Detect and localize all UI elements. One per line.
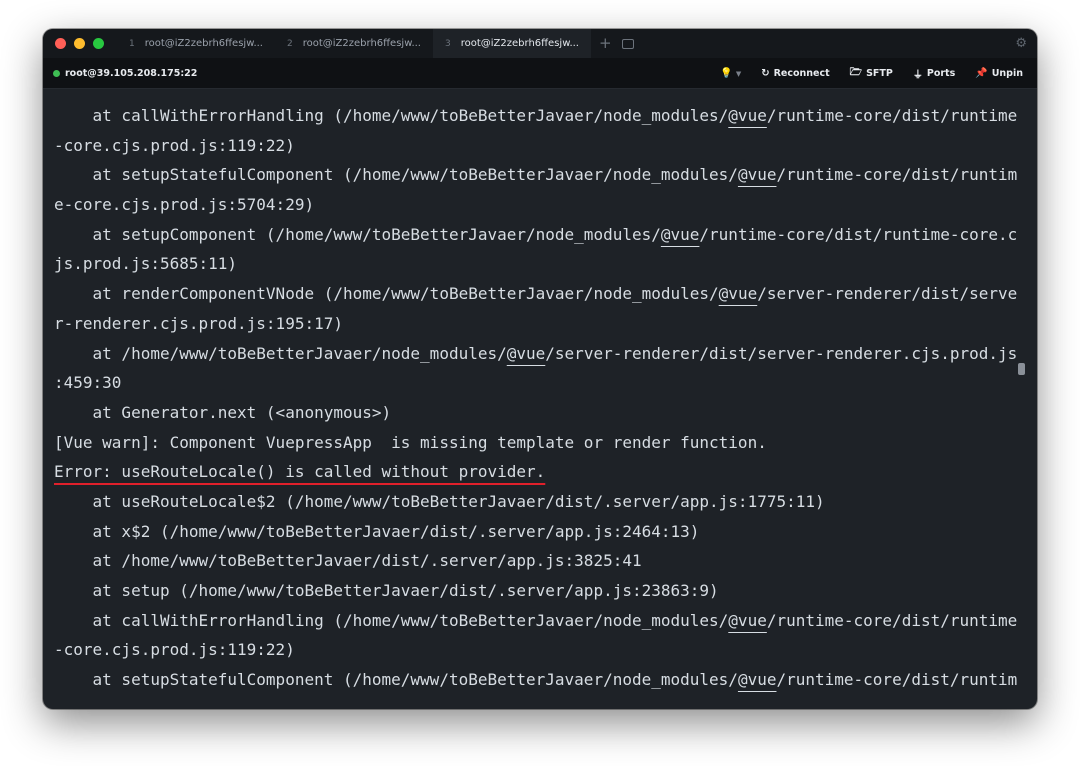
title-bar: 1 root@iZ2zebrh6ffesjw... 2 root@iZ2zebr… <box>43 29 1037 58</box>
terminal-line: at renderComponentVNode (/home/www/toBeB… <box>54 279 1019 309</box>
pin-icon: 📌 <box>975 67 988 79</box>
plug-icon: ⏚ <box>912 69 923 81</box>
terminal-text: js.prod.js:5685:11) <box>54 254 238 274</box>
terminal-line: at /home/www/toBeBetterJavaer/node_modul… <box>54 339 1019 369</box>
terminal-text: at callWithErrorHandling (/home/www/toBe… <box>54 106 729 125</box>
online-status-icon <box>53 69 60 77</box>
terminal-line: Error: useRouteLocale() is called withou… <box>54 457 1019 487</box>
terminal-text: @vue <box>718 284 758 304</box>
terminal-text: /server-renderer/dist/serve <box>757 284 1018 304</box>
terminal-text: at /home/www/toBeBetterJavaer/dist/.serv… <box>54 551 642 571</box>
terminal-line: at x$2 (/home/www/toBeBetterJavaer/dist/… <box>54 517 1019 547</box>
terminal-text: @vue <box>506 343 546 363</box>
ports-button[interactable]: ⏚ Ports <box>913 66 955 81</box>
terminal-line: at callWithErrorHandling (/home/www/toBe… <box>54 606 1019 636</box>
terminal-text: @vue <box>660 224 700 244</box>
tab-2[interactable]: 2 root@iZ2zebrh6ffesjw... <box>275 29 433 58</box>
terminal-line: at setupStatefulComponent (/home/www/toB… <box>54 160 1019 190</box>
folder-icon: 🗁 <box>849 66 863 78</box>
terminal-line: at callWithErrorHandling (/home/www/toBe… <box>54 101 1019 131</box>
terminal-text: /runtime-core/dist/runtime-core.c <box>699 224 1018 244</box>
unpin-label: Unpin <box>991 67 1023 79</box>
new-tab-icon[interactable]: + <box>591 29 620 58</box>
terminal-text: Error: useRouteLocale() is called withou… <box>54 462 546 482</box>
terminal-text: [Vue warn]: Component VuepressApp is mis… <box>54 432 767 452</box>
terminal-text: -core.cjs.prod.js:119:22) <box>54 135 295 155</box>
terminal-text: @vue <box>737 670 777 690</box>
tab-label: root@iZ2zebrh6ffesjw... <box>144 38 263 49</box>
terminal-scrollbar[interactable] <box>1018 363 1025 375</box>
terminal-line: e-core.cjs.prod.js:5704:29) <box>54 190 1019 220</box>
close-window-button[interactable] <box>55 38 66 49</box>
toolbar-actions: 💡 ▼ ↻ Reconnect 🗁 SFTP ⏚ Ports 📌 Unpin <box>720 65 1037 82</box>
terminal-text: r-renderer.cjs.prod.js:195:17) <box>54 313 343 333</box>
terminal-text: at setupComponent (/home/www/toBeBetterJ… <box>54 224 661 244</box>
session-toolbar: root@39.105.208.175:22 💡 ▼ ↻ Reconnect 🗁 … <box>43 58 1037 89</box>
tab-1[interactable]: 1 root@iZ2zebrh6ffesjw... <box>117 29 275 58</box>
terminal-line: at /home/www/toBeBetterJavaer/dist/.serv… <box>54 546 1019 576</box>
host-indicator: root@39.105.208.175:22 <box>53 68 197 79</box>
terminal-text: at setup (/home/www/toBeBetterJavaer/dis… <box>54 581 719 600</box>
terminal-text: /runtime-core/dist/runtim <box>776 670 1018 690</box>
host-address: root@39.105.208.175:22 <box>65 67 198 79</box>
terminal-text: /server-renderer/dist/server-renderer.cj… <box>545 343 1018 363</box>
gear-icon[interactable]: ⚙ <box>1015 36 1027 51</box>
terminal-line: -core.cjs.prod.js:119:22) <box>54 131 1019 161</box>
terminal-text: @vue <box>728 106 767 125</box>
maximize-window-button[interactable] <box>93 38 104 49</box>
lightbulb-icon[interactable]: 💡 ▼ <box>720 68 741 79</box>
terminal-text: at Generator.next (<anonymous>) <box>54 402 392 422</box>
terminal-line: at Generator.next (<anonymous>) <box>54 398 1019 428</box>
reconnect-button[interactable]: ↻ Reconnect <box>761 68 829 79</box>
terminal-text: e-core.cjs.prod.js:5704:29) <box>54 195 315 215</box>
tab-number: 1 <box>129 38 135 49</box>
terminal-line: at setup (/home/www/toBeBetterJavaer/dis… <box>54 576 1019 606</box>
terminal-line: at useRouteLocale$2 (/home/www/toBeBette… <box>54 487 1019 517</box>
terminal-line: -core.cjs.prod.js:119:22) <box>54 635 1019 665</box>
tab-overview-icon[interactable] <box>621 38 634 49</box>
tab-number: 3 <box>445 38 451 49</box>
terminal-text: at setupStatefulComponent (/home/www/toB… <box>54 165 738 185</box>
terminal-text: :459:30 <box>54 373 122 393</box>
terminal-text: @vue <box>737 165 777 185</box>
terminal-output[interactable]: at callWithErrorHandling (/home/www/toBe… <box>54 101 1019 709</box>
terminal-text: at setupStatefulComponent (/home/www/toB… <box>54 670 738 690</box>
terminal-text: /runtime-core/dist/runtime <box>766 610 1018 630</box>
terminal-line: at setupStatefulComponent (/home/www/toB… <box>54 665 1019 695</box>
terminal-line: :459:30 <box>54 368 1019 398</box>
ports-label: Ports <box>926 67 956 79</box>
terminal-text: /runtime-core/dist/runtime <box>766 106 1018 125</box>
sftp-label: SFTP <box>866 67 893 79</box>
window-controls <box>55 38 117 49</box>
terminal-text: -core.cjs.prod.js:119:22) <box>54 640 295 660</box>
terminal-text: at /home/www/toBeBetterJavaer/node_modul… <box>54 343 507 363</box>
tab-label: root@iZ2zebrh6ffesjw... <box>460 38 579 49</box>
terminal-window: 1 root@iZ2zebrh6ffesjw... 2 root@iZ2zebr… <box>43 29 1037 709</box>
terminal-text: at callWithErrorHandling (/home/www/toBe… <box>54 610 729 630</box>
terminal-line: [Vue warn]: Component VuepressApp is mis… <box>54 428 1019 458</box>
terminal-line: r-renderer.cjs.prod.js:195:17) <box>54 309 1019 339</box>
sftp-button[interactable]: 🗁 SFTP <box>850 65 893 82</box>
terminal-line: at setupComponent (/home/www/toBeBetterJ… <box>54 220 1019 250</box>
terminal-text: at useRouteLocale$2 (/home/www/toBeBette… <box>54 491 825 511</box>
reconnect-label: Reconnect <box>773 67 830 79</box>
chevron-down-icon: ▼ <box>735 69 742 78</box>
reconnect-icon: ↻ <box>761 67 770 79</box>
terminal-text: at x$2 (/home/www/toBeBetterJavaer/dist/… <box>54 521 700 541</box>
terminal-text: @vue <box>728 610 767 630</box>
terminal-text: /runtime-core/dist/runtim <box>776 165 1018 185</box>
tab-3-active[interactable]: 3 root@iZ2zebrh6ffesjw... <box>433 29 591 58</box>
minimize-window-button[interactable] <box>74 38 85 49</box>
terminal-text: at renderComponentVNode (/home/www/toBeB… <box>54 284 719 304</box>
terminal-line: js.prod.js:5685:11) <box>54 249 1019 279</box>
tab-number: 2 <box>287 38 293 49</box>
unpin-button[interactable]: 📌 Unpin <box>975 68 1023 79</box>
tab-label: root@iZ2zebrh6ffesjw... <box>302 38 421 49</box>
